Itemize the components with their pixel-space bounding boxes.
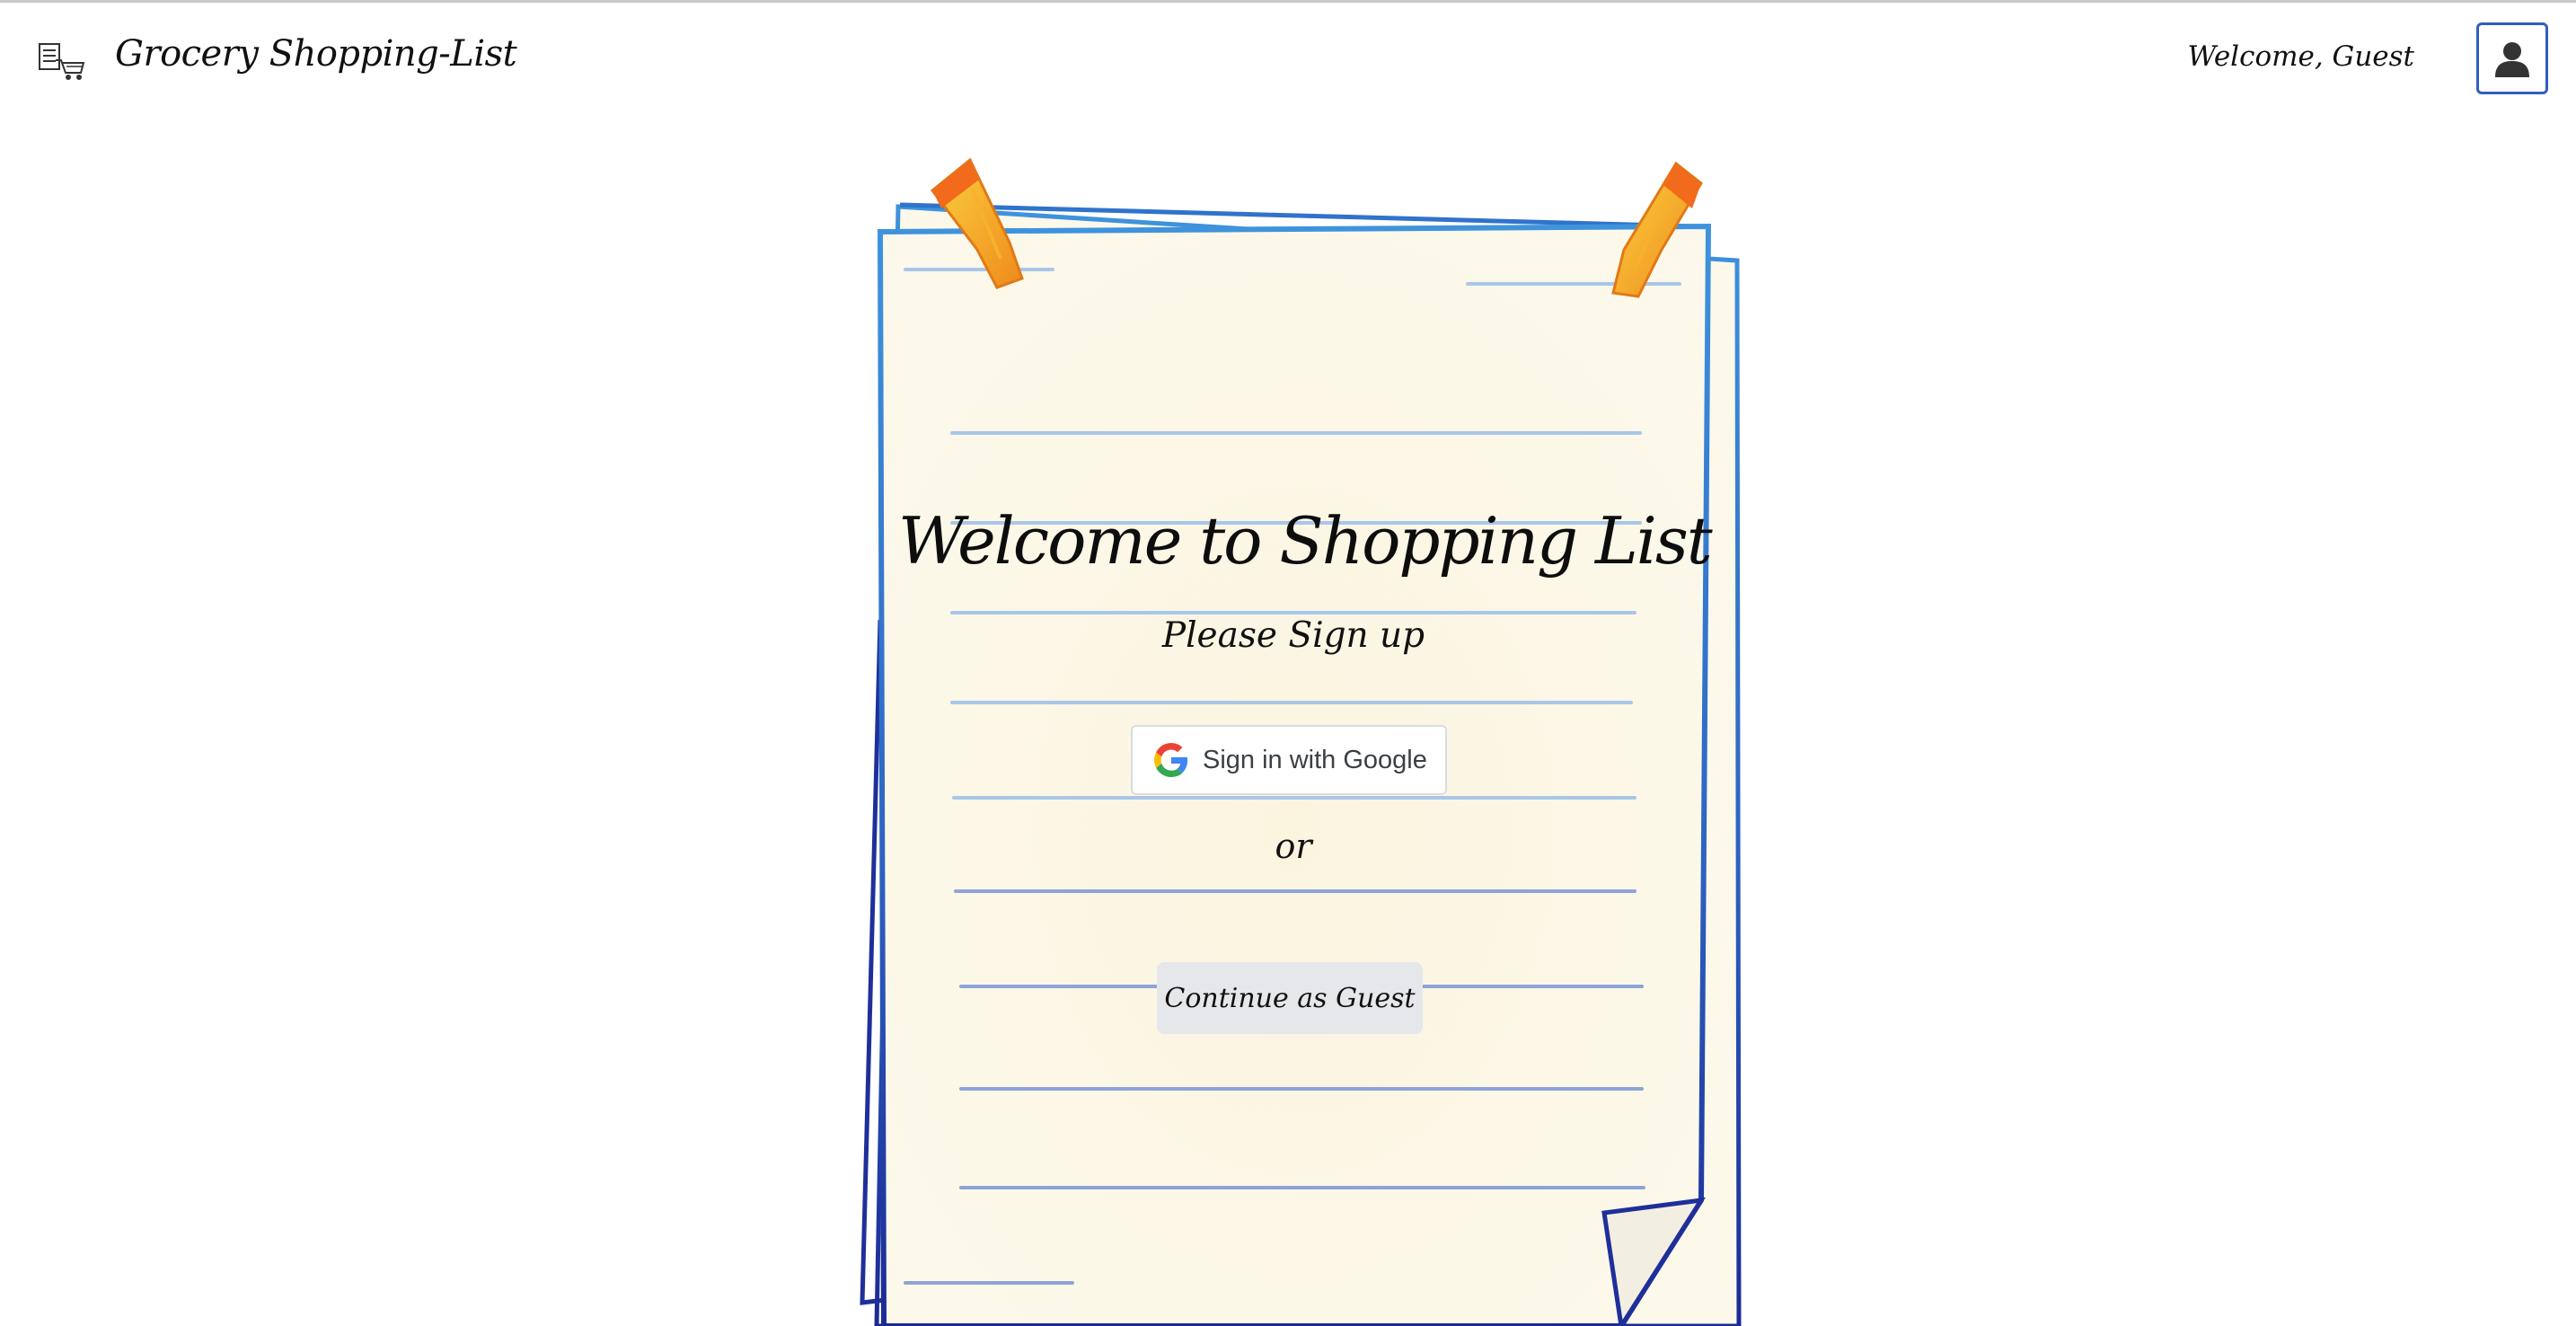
google-sign-in-button[interactable]: Sign in with Google [1131, 725, 1447, 795]
user-avatar-button[interactable] [2476, 22, 2548, 94]
card-title: Welcome to Shopping List [898, 503, 1713, 579]
app-title: Grocery Shopping-List [115, 33, 517, 75]
card-subtitle: Please Sign up [1161, 615, 1425, 656]
app-header: Grocery Shopping-List Welcome, Guest [0, 3, 2576, 112]
google-g-icon [1154, 743, 1188, 777]
user-silhouette-icon [2495, 42, 2529, 77]
or-divider-text: or [1275, 827, 1312, 866]
continue-as-guest-button[interactable]: Continue as Guest [1157, 962, 1423, 1034]
signup-card: Welcome to Shopping List Please Sign up … [898, 503, 1713, 1060]
google-sign-in-label: Sign in with Google [1203, 745, 1427, 774]
continue-as-guest-label: Continue as Guest [1164, 982, 1416, 1014]
welcome-user-text: Welcome, Guest [2187, 40, 2414, 73]
grocery-list-cart-icon [39, 43, 85, 80]
